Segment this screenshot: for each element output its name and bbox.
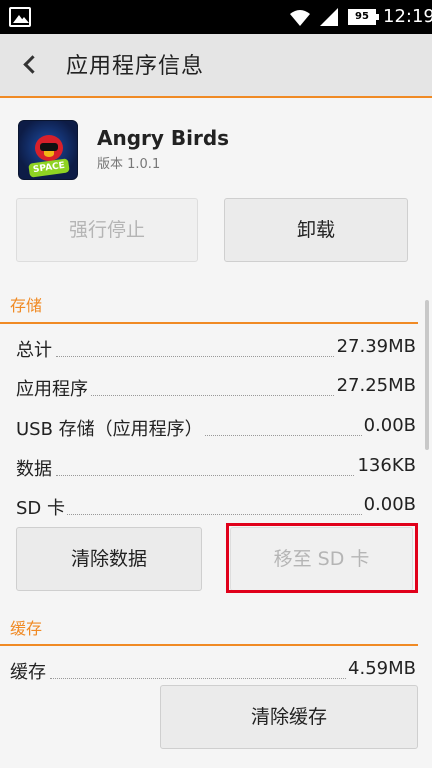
gallery-icon: [9, 7, 31, 27]
dotted-leader: [56, 475, 366, 476]
cache-divider: [0, 644, 418, 646]
title-bar: 应用程序信息: [0, 34, 432, 98]
clear-cache-button[interactable]: 清除缓存: [160, 685, 418, 749]
row-label: 总计: [16, 336, 54, 362]
cache-section-title: 缓存: [10, 619, 43, 638]
status-bar: 95 12:19: [0, 0, 432, 34]
battery-icon: 95: [348, 9, 379, 25]
back-arrow-icon[interactable]: [14, 48, 48, 82]
clock: 12:19: [383, 6, 432, 27]
dotted-leader: [56, 514, 366, 515]
app-version: 版本 1.0.1: [97, 157, 161, 172]
row-value: 27.25MB: [334, 375, 416, 396]
app-icon: SPACE: [18, 120, 78, 180]
app-name: Angry Birds: [97, 126, 230, 150]
storage-row-usb: USB 存储（应用程序） 0.00B: [16, 413, 416, 441]
row-value: 0.00B: [361, 415, 416, 436]
storage-row-total: 总计 27.39MB: [16, 334, 416, 362]
storage-divider: [0, 322, 418, 324]
dotted-leader: [50, 678, 366, 679]
wifi-icon: [290, 10, 310, 26]
row-value: 0.00B: [361, 494, 416, 515]
row-label: SD 卡: [16, 494, 68, 520]
force-stop-button[interactable]: 强行停止: [16, 198, 198, 262]
dotted-leader: [56, 356, 366, 357]
dotted-leader: [56, 395, 366, 396]
row-value: 27.39MB: [334, 336, 416, 357]
row-label: 缓存: [10, 658, 48, 684]
row-label: USB 存储（应用程序）: [16, 415, 205, 441]
storage-row-sd: SD 卡 0.00B: [16, 492, 416, 520]
page-title: 应用程序信息: [66, 54, 205, 79]
signal-icon: [320, 8, 338, 26]
clear-data-button[interactable]: 清除数据: [16, 527, 202, 591]
angry-bird-icon: [35, 135, 63, 161]
storage-row-data: 数据 136KB: [16, 453, 416, 481]
cache-row: 缓存 4.59MB: [10, 656, 416, 684]
row-label: 应用程序: [16, 375, 90, 401]
scrollbar[interactable]: [425, 300, 429, 450]
app-icon-label: SPACE: [28, 158, 70, 178]
row-value: 136KB: [355, 455, 416, 476]
highlight-box: [226, 523, 418, 593]
storage-section-title: 存储: [10, 296, 43, 315]
storage-row-app: 应用程序 27.25MB: [16, 373, 416, 401]
row-label: 数据: [16, 455, 54, 481]
uninstall-button[interactable]: 卸载: [224, 198, 408, 262]
row-value: 4.59MB: [346, 658, 416, 679]
